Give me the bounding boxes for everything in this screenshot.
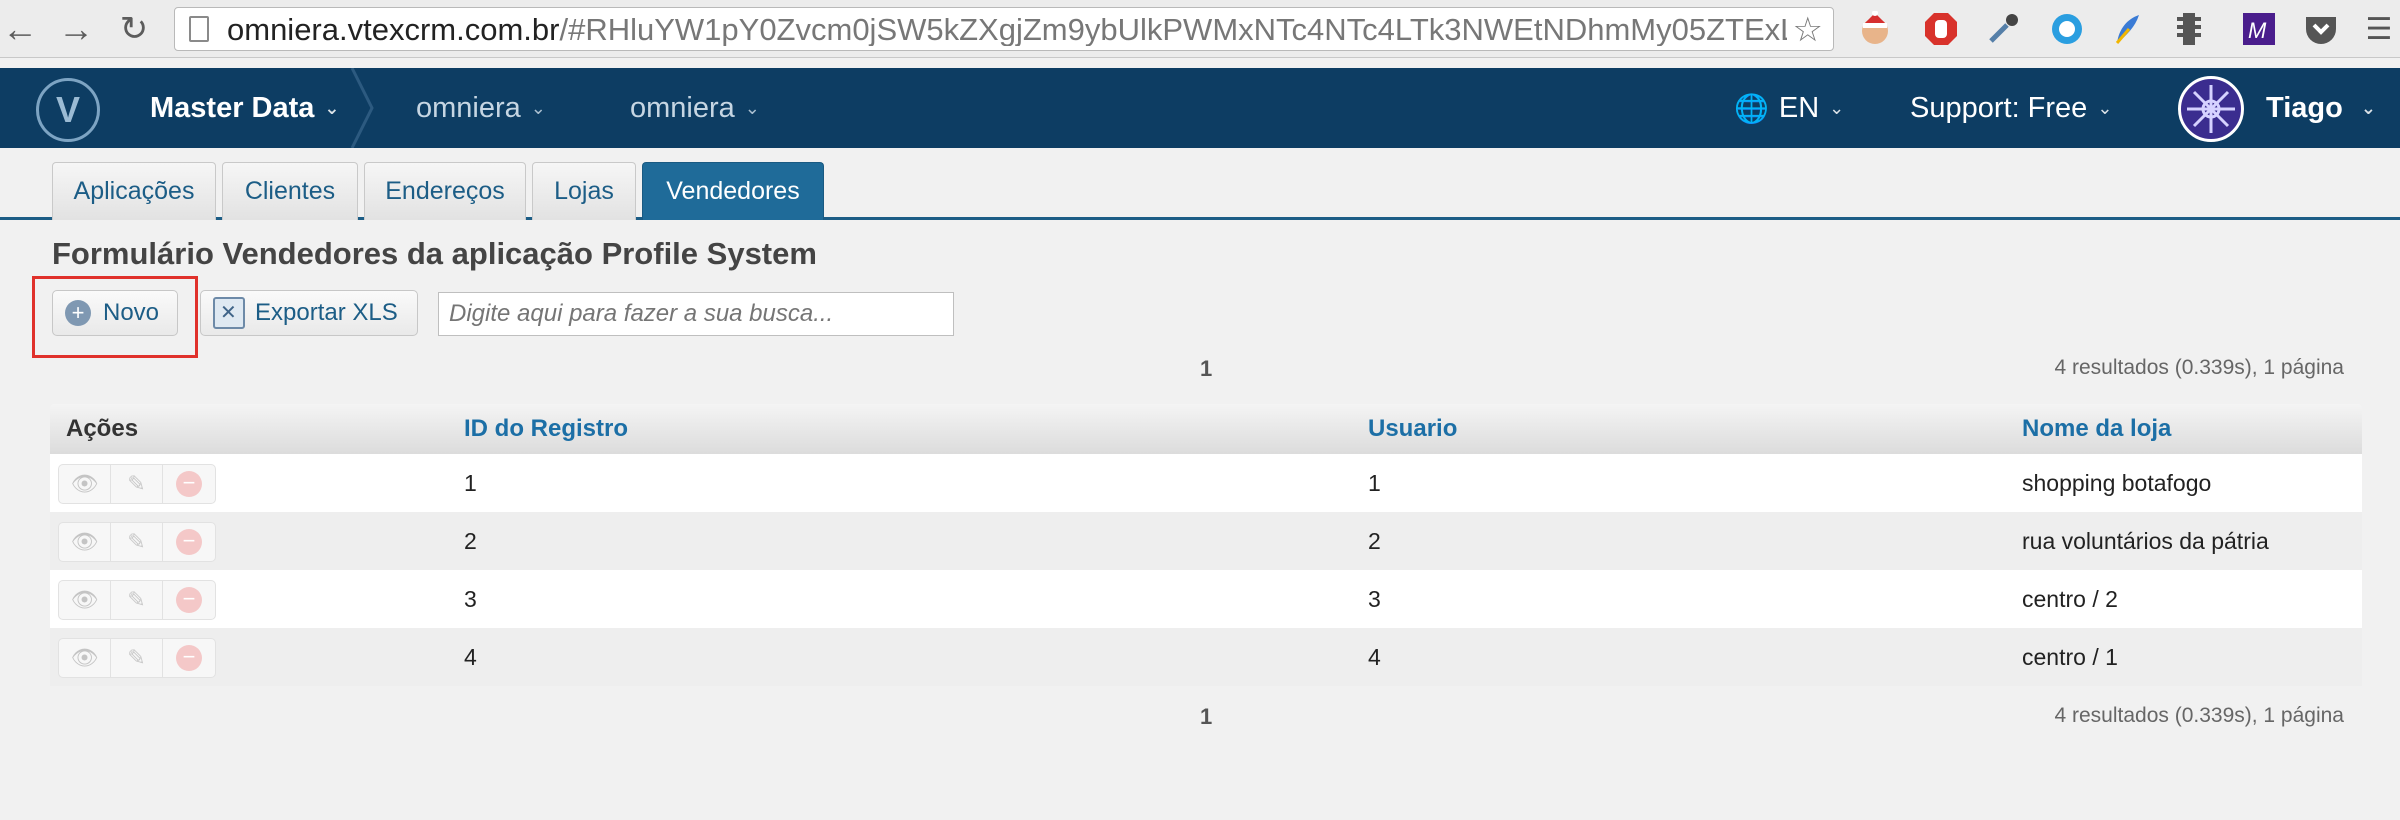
export-xls-button[interactable]: Exportar XLS (200, 290, 418, 336)
highlight-box (32, 276, 198, 358)
tab-aplicacoes[interactable]: Aplicações (52, 162, 216, 220)
row-actions: 👁 ✎ − (58, 638, 216, 678)
delete-icon[interactable]: − (163, 465, 215, 503)
cell-usuario: 1 (1368, 469, 1381, 496)
table-row: 👁 ✎ − 1 1 shopping botafogo (50, 454, 2362, 512)
row-actions: 👁 ✎ − (58, 522, 216, 562)
excel-icon (213, 297, 245, 329)
pocket-icon[interactable] (2302, 10, 2340, 48)
column-header-id[interactable]: ID do Registro (464, 404, 628, 454)
cell-usuario: 4 (1368, 643, 1381, 670)
row-actions: 👁 ✎ − (58, 464, 216, 504)
traffic-light-icon[interactable] (2170, 10, 2208, 48)
cell-usuario: 2 (1368, 527, 1381, 554)
tab-vendedores[interactable]: Vendedores (642, 162, 824, 220)
page-title: Formulário Vendedores da aplicação Profi… (52, 236, 817, 271)
language-selector[interactable]: 🌐 EN ⌄ (1734, 68, 1844, 148)
table-header: Ações ID do Registro Usuario Nome da loj… (50, 404, 2362, 454)
search-input[interactable] (438, 292, 954, 336)
edit-pencil-icon[interactable]: ✎ (111, 523, 163, 561)
page-number-top[interactable]: 1 (1200, 356, 1212, 382)
browser-toolbar: ← → ↻ omniera.vtexcrm.com.br/#RHluYW1pY0… (0, 0, 2400, 58)
results-info-top: 4 resultados (0.339s), 1 página (2054, 356, 2344, 379)
breadcrumb-store[interactable]: omniera ⌄ (630, 68, 760, 148)
records-table: Ações ID do Registro Usuario Nome da loj… (50, 404, 2362, 686)
breadcrumb-account[interactable]: omniera ⌄ (416, 68, 546, 148)
chevron-down-icon: ⌄ (324, 97, 340, 118)
menu-icon[interactable]: ☰ (2360, 10, 2398, 48)
back-arrow-icon[interactable]: ← (0, 8, 40, 50)
row-actions: 👁 ✎ − (58, 580, 216, 620)
column-header-actions: Ações (66, 415, 139, 442)
eyedropper-icon[interactable] (1984, 10, 2022, 48)
chevron-down-icon: ⌄ (2360, 97, 2376, 118)
edit-pencil-icon[interactable]: ✎ (111, 581, 163, 619)
cell-id: 2 (464, 527, 477, 554)
circle-extension-icon[interactable] (2048, 10, 2086, 48)
santa-extension-icon[interactable] (1856, 10, 1894, 48)
vtex-logo-icon[interactable]: V (36, 78, 100, 142)
tab-enderecos[interactable]: Endereços (364, 162, 526, 220)
tab-lojas[interactable]: Lojas (532, 162, 636, 220)
cell-nome-loja: rua voluntários da pátria (2022, 527, 2269, 554)
table-row: 👁 ✎ − 3 3 centro / 2 (50, 570, 2362, 628)
user-menu[interactable]: Tiago ⌄ (2266, 68, 2376, 148)
chevron-down-icon: ⌄ (2097, 97, 2113, 118)
cell-usuario: 3 (1368, 585, 1381, 612)
chevron-down-icon: ⌄ (1829, 97, 1845, 118)
reload-icon[interactable]: ↻ (114, 8, 154, 50)
table-row: 👁 ✎ − 2 2 rua voluntários da pátria (50, 512, 2362, 570)
url-text[interactable]: omniera.vtexcrm.com.br/#RHluYW1pY0Zvcm0j… (227, 14, 1787, 46)
view-eye-icon[interactable]: 👁 (59, 523, 111, 561)
chevron-down-icon: ⌄ (744, 97, 760, 118)
view-eye-icon[interactable]: 👁 (59, 639, 111, 677)
cell-nome-loja: centro / 1 (2022, 643, 2118, 670)
address-bar[interactable]: omniera.vtexcrm.com.br/#RHluYW1pY0Zvcm0j… (174, 7, 1834, 51)
column-header-usuario[interactable]: Usuario (1368, 404, 1457, 454)
adblock-icon[interactable] (1922, 10, 1960, 48)
globe-icon: 🌐 (1734, 92, 1769, 124)
app-header: V Master Data ⌄ omniera ⌄ omniera ⌄ 🌐 EN ⌄ Su… (0, 68, 2400, 148)
delete-icon[interactable]: − (163, 523, 215, 561)
tab-bar: Aplicações Clientes Endereços Lojas Vend… (0, 148, 2400, 220)
chevron-down-icon: ⌄ (530, 97, 546, 118)
cell-id: 4 (464, 643, 477, 670)
export-button-label: Exportar XLS (255, 299, 398, 326)
breadcrumb-separator (350, 68, 374, 148)
delete-icon[interactable]: − (163, 639, 215, 677)
cell-id: 3 (464, 585, 477, 612)
table-row: 👁 ✎ − 4 4 centro / 1 (50, 628, 2362, 686)
forward-arrow-icon[interactable]: → (56, 8, 96, 50)
column-header-nome-loja[interactable]: Nome da loja (2022, 404, 2171, 454)
m-extension-icon[interactable]: M (2240, 10, 2278, 48)
page-icon (189, 16, 209, 42)
delete-icon[interactable]: − (163, 581, 215, 619)
svg-text:M: M (2248, 18, 2267, 43)
edit-pencil-icon[interactable]: ✎ (111, 639, 163, 677)
results-info-bottom: 4 resultados (0.339s), 1 página (2054, 704, 2344, 727)
page-number-bottom[interactable]: 1 (1200, 704, 1212, 730)
view-eye-icon[interactable]: 👁 (59, 581, 111, 619)
cell-nome-loja: shopping botafogo (2022, 469, 2212, 496)
tab-clientes[interactable]: Clientes (222, 162, 358, 220)
edit-pencil-icon[interactable]: ✎ (111, 465, 163, 503)
master-data-menu[interactable]: Master Data ⌄ (150, 68, 340, 148)
cell-nome-loja: centro / 2 (2022, 585, 2118, 612)
feather-extension-icon[interactable] (2108, 10, 2146, 48)
avatar[interactable] (2178, 76, 2244, 142)
view-eye-icon[interactable]: 👁 (59, 465, 111, 503)
bookmark-star-icon[interactable]: ☆ (1793, 10, 1823, 50)
support-menu[interactable]: Support: Free ⌄ (1910, 68, 2112, 148)
cell-id: 1 (464, 469, 477, 496)
